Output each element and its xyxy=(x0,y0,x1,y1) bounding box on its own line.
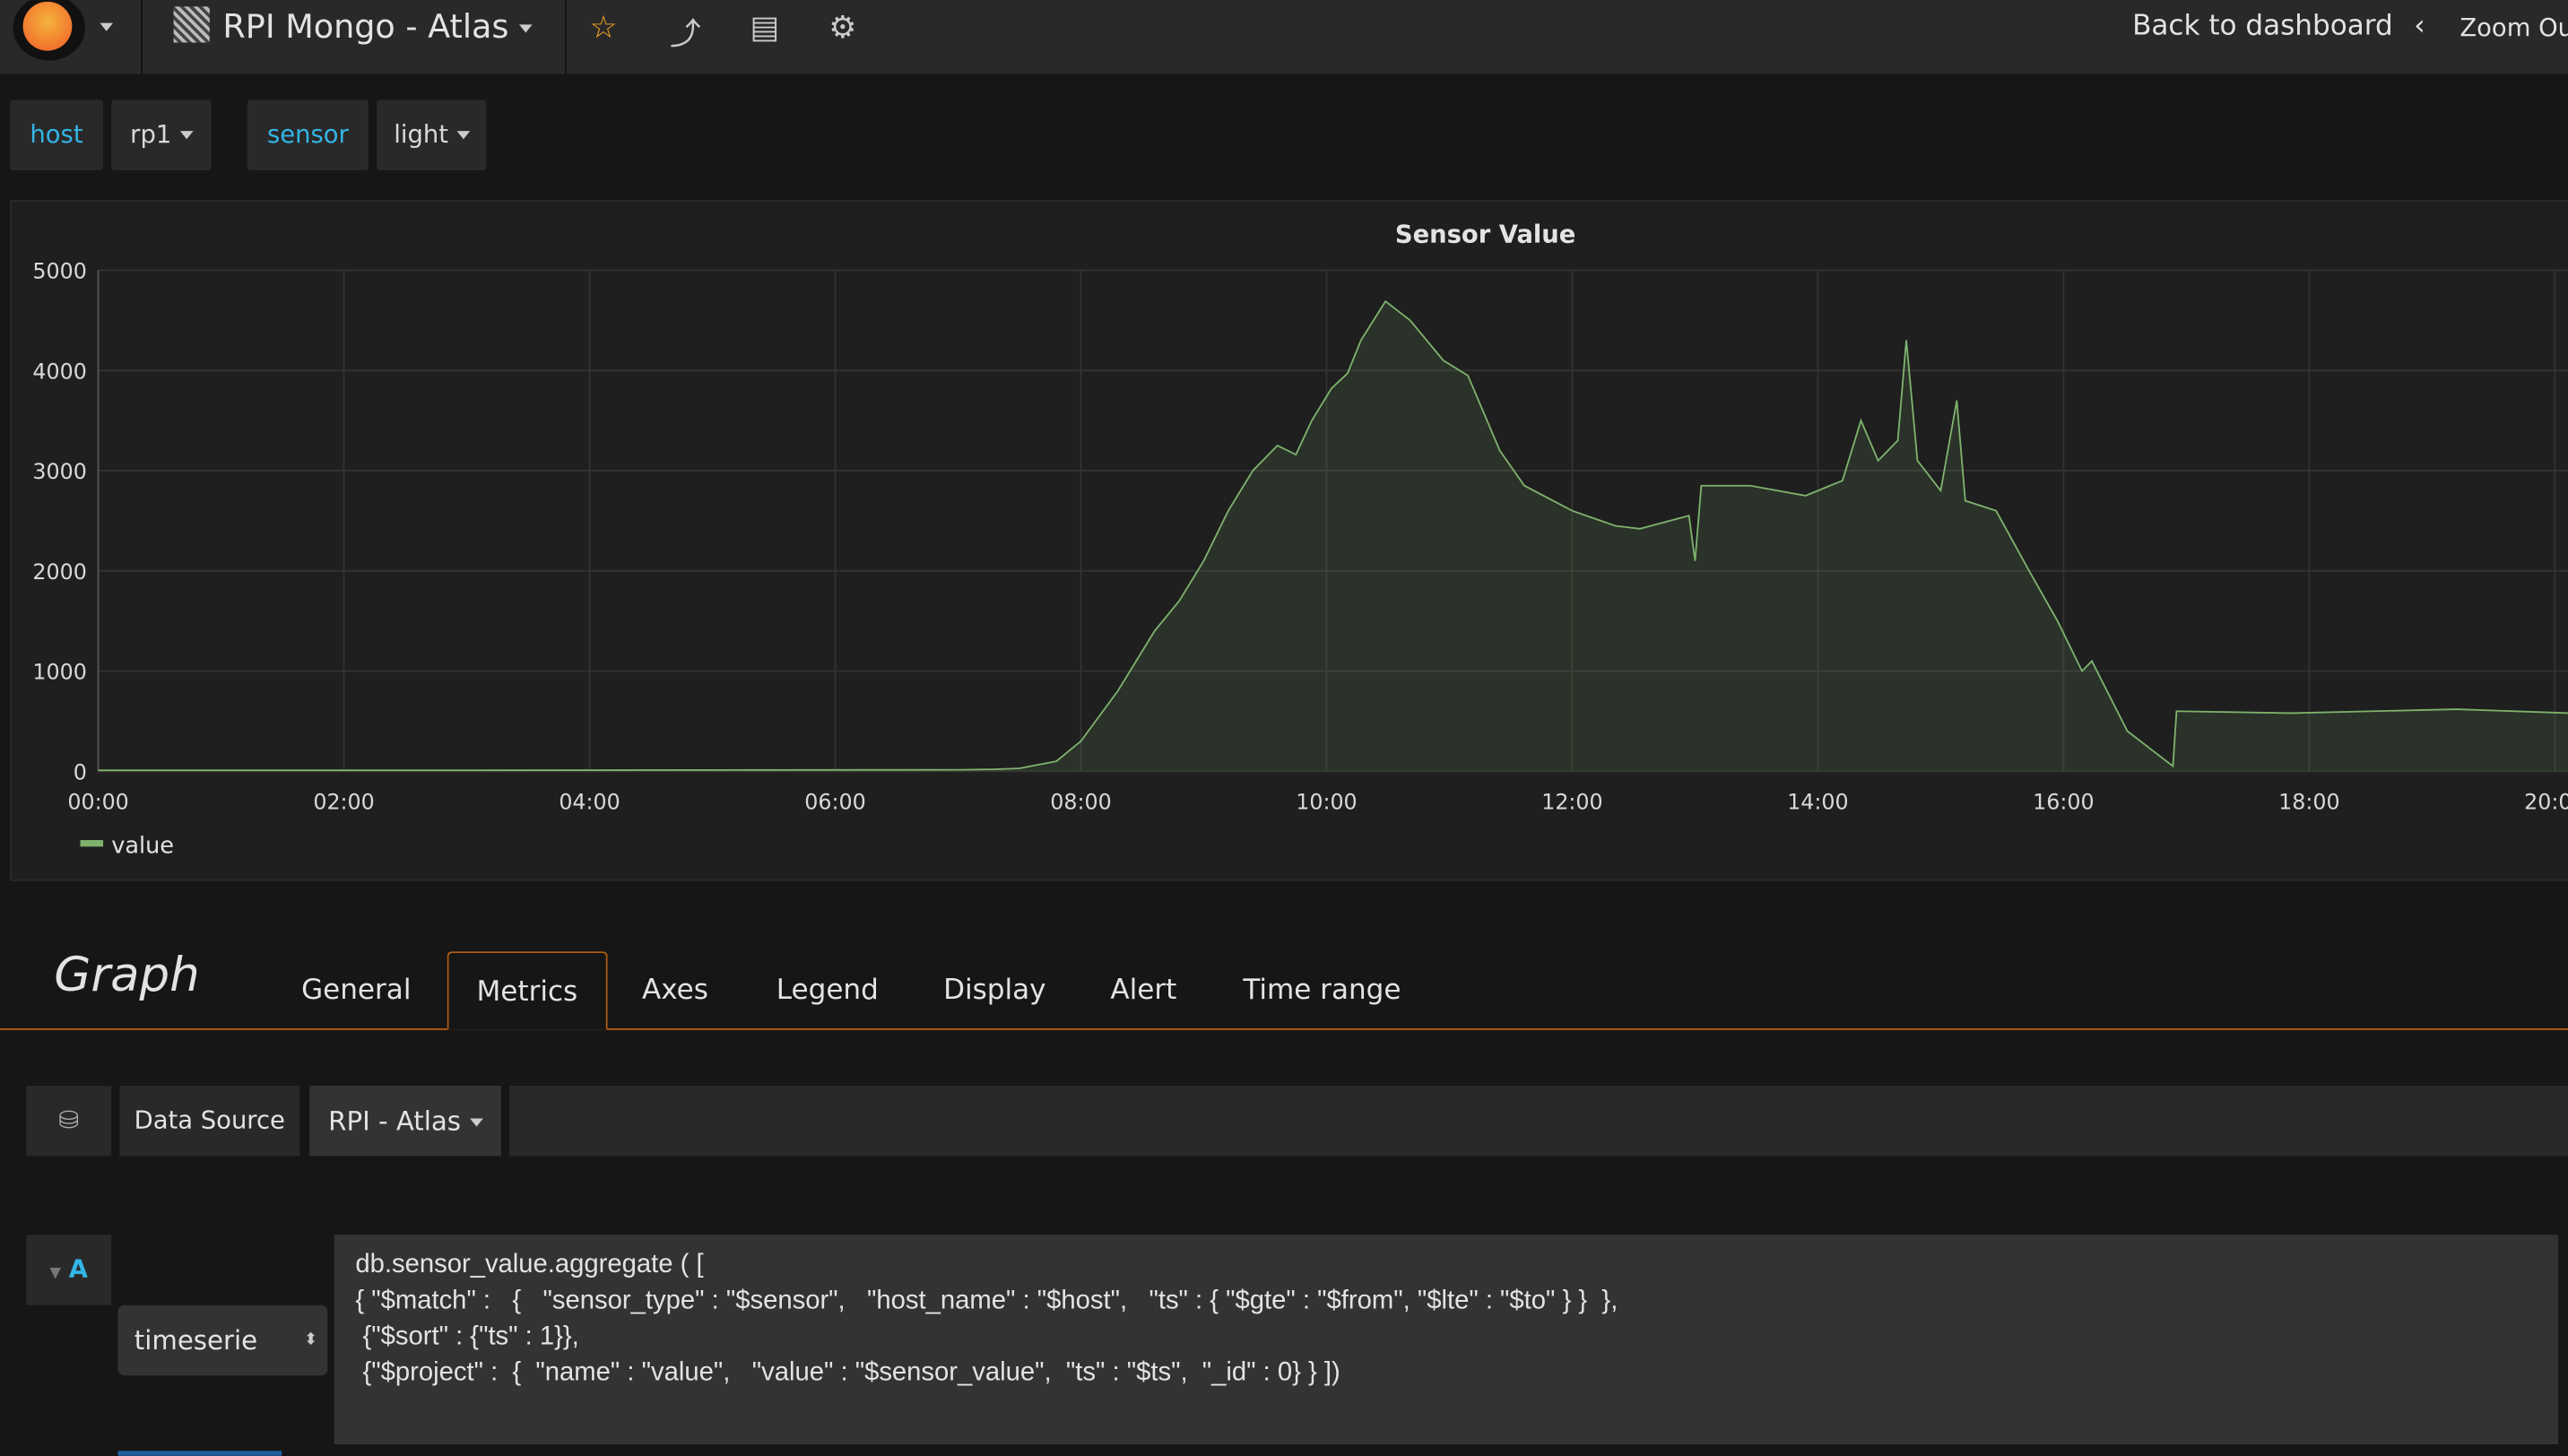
chevron-down-icon[interactable] xyxy=(100,22,114,31)
share-icon[interactable]: ⤴ xyxy=(670,10,701,54)
x-tick-label: 10:00 xyxy=(1296,789,1357,814)
chevron-down-icon xyxy=(455,131,470,140)
editor-tabs: Graph General Metrics Axes Legend Displa… xyxy=(0,917,2568,1030)
legend-item: value xyxy=(111,833,174,860)
editor-title: Graph xyxy=(54,946,200,1002)
back-to-dashboard-button[interactable]: Back to dashboard xyxy=(2132,10,2393,43)
tab-display[interactable]: Display xyxy=(915,951,1074,1027)
x-tick-label: 14:00 xyxy=(1787,789,1848,814)
tab-metrics[interactable]: Metrics xyxy=(447,951,608,1030)
add-query-button[interactable] xyxy=(117,1451,282,1456)
tab-time-range[interactable]: Time range xyxy=(1215,951,1428,1027)
dashboard-grid-icon xyxy=(173,6,210,43)
y-tick-label: 5000 xyxy=(32,259,86,284)
select-arrows-icon: ⬍ xyxy=(304,1330,318,1350)
var-sensor-label: sensor xyxy=(247,100,369,170)
tab-alert[interactable]: Alert xyxy=(1082,951,1204,1027)
datasource-label: Data Source xyxy=(119,1085,300,1157)
dashboard-title[interactable]: RPI Mongo - Atlas xyxy=(173,6,533,46)
y-tick-label: 3000 xyxy=(32,459,86,484)
datasource-row-filler xyxy=(509,1085,2568,1157)
var-sensor-select[interactable]: light xyxy=(377,100,487,170)
datasource-select[interactable]: RPI - Atlas xyxy=(309,1085,501,1157)
database-icon: ⛁ xyxy=(26,1085,112,1157)
x-tick-label: 16:00 xyxy=(2033,789,2094,814)
star-icon[interactable]: ☆ xyxy=(590,10,618,46)
var-host-select[interactable]: rp1 xyxy=(111,100,212,170)
query-ref-toggle[interactable]: ▼ A xyxy=(26,1235,112,1305)
x-tick-label: 06:00 xyxy=(804,789,865,814)
tab-axes[interactable]: Axes xyxy=(614,951,736,1027)
x-tick-label: 04:00 xyxy=(559,789,620,814)
chevron-down-icon xyxy=(469,1118,482,1127)
zoom-out-button[interactable]: Zoom Out xyxy=(2460,13,2568,43)
tab-general[interactable]: General xyxy=(273,951,438,1027)
caret-down-icon: ▼ xyxy=(49,1265,62,1283)
y-tick-label: 2000 xyxy=(32,559,86,585)
var-host-label: host xyxy=(9,100,104,170)
x-tick-label: 12:00 xyxy=(1541,789,1602,814)
x-tick-label: 02:00 xyxy=(313,789,374,814)
chevron-down-icon xyxy=(519,24,533,33)
y-tick-label: 4000 xyxy=(32,359,86,384)
x-tick-label: 18:00 xyxy=(2278,789,2339,814)
gear-icon[interactable]: ⚙ xyxy=(829,10,856,46)
navbar: RPI Mongo - Atlas ☆ ⤴ ▤ ⚙ Back to dashbo… xyxy=(0,0,2568,74)
chevron-down-icon xyxy=(179,131,193,140)
x-tick-label: 08:00 xyxy=(1050,789,1111,814)
query-editor[interactable]: db.sensor_value.aggregate ( [{ "$match" … xyxy=(334,1235,2558,1444)
chart-title: Sensor Value xyxy=(1395,221,1576,248)
graph-panel: Sensor Value 0 1000 2000 3000 4000 5000 00:00 02… xyxy=(9,199,2568,881)
format-select[interactable]: timeserie ⬍ xyxy=(117,1304,328,1376)
save-icon[interactable]: ▤ xyxy=(750,10,780,46)
x-tick-label: 00:00 xyxy=(67,789,128,814)
series-area xyxy=(98,301,2568,772)
legend-swatch xyxy=(80,839,104,847)
y-tick-label: 0 xyxy=(74,759,87,784)
grafana-logo-icon[interactable] xyxy=(13,0,85,61)
grafana-app: RPI Mongo - Atlas ☆ ⤴ ▤ ⚙ Back to dashbo… xyxy=(0,0,2568,1456)
x-tick-label: 20:00 xyxy=(2524,789,2568,814)
y-tick-label: 1000 xyxy=(32,660,86,685)
sensor-value-chart[interactable]: Sensor Value 0 1000 2000 3000 4000 5000 00:00 02… xyxy=(12,202,2568,880)
chevron-left-icon[interactable]: ‹ xyxy=(2414,10,2425,43)
tab-legend[interactable]: Legend xyxy=(749,951,907,1027)
